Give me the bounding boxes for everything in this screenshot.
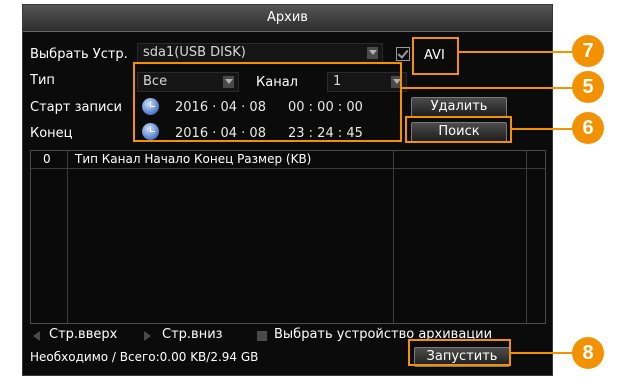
device-select-value: sda1(USB DISK) (143, 45, 246, 60)
start-label: Старт записи (30, 100, 122, 115)
table-header-columns: Тип Канал Начало Конец Размер (KB) (75, 152, 312, 166)
callout-connector (511, 352, 572, 354)
callout-connector (512, 128, 572, 130)
table-divider (393, 151, 394, 323)
end-label: Конец (30, 126, 73, 141)
delete-button[interactable]: Удалить (411, 97, 507, 117)
device-label: Выбрать Устр. (30, 47, 128, 62)
results-table: 0 Тип Канал Начало Конец Размер (KB) (30, 150, 546, 324)
type-label: Тип (30, 73, 55, 88)
callout-box-avi (412, 37, 459, 75)
callout-box-filter (133, 62, 402, 142)
page-down-link[interactable]: Стр.вниз (162, 327, 223, 342)
page-up-link[interactable]: Стр.вверх (49, 327, 117, 342)
arrow-right-icon[interactable] (144, 331, 151, 341)
callout-badge-7: 7 (572, 35, 604, 67)
callout-connector (459, 51, 572, 53)
table-header-index: 0 (43, 152, 51, 166)
callout-badge-6: 6 (572, 112, 604, 144)
callout-badge-8: 8 (572, 337, 604, 369)
callout-connector (402, 87, 572, 89)
avi-checkbox[interactable] (396, 47, 410, 61)
archive-dialog: Архив Выбрать Устр. sda1(USB DISK) AVI Т… (22, 4, 553, 376)
storage-status: Необходимо / Всего:0.00 KB/2.94 GB (30, 350, 259, 364)
callout-box-start (408, 339, 511, 366)
table-header: 0 Тип Канал Начало Конец Размер (KB) (31, 151, 545, 169)
device-icon[interactable] (257, 331, 267, 341)
device-select[interactable]: sda1(USB DISK) (137, 43, 383, 63)
dialog-title: Архив (23, 5, 552, 32)
chevron-down-icon (367, 47, 378, 59)
callout-badge-5: 5 (572, 71, 604, 103)
callout-box-search (405, 116, 512, 143)
arrow-left-icon[interactable] (33, 331, 40, 341)
table-divider (67, 151, 68, 323)
table-divider (526, 151, 527, 323)
